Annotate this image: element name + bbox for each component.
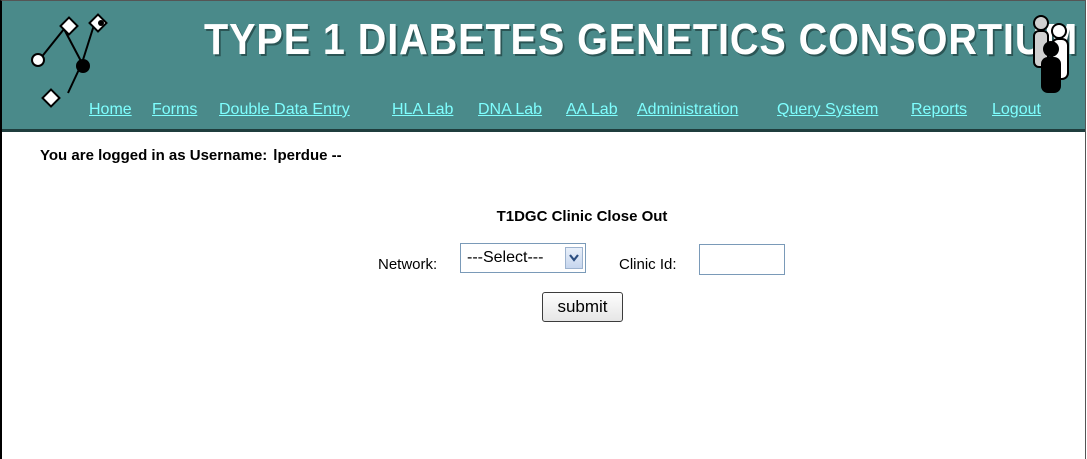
network-label: Network: bbox=[378, 256, 438, 273]
nav-link-reports[interactable]: Reports bbox=[911, 101, 967, 119]
nav-link-dna-lab[interactable]: DNA Lab bbox=[478, 101, 542, 119]
family-figures-icon bbox=[1033, 15, 1069, 93]
nav-link-hla-lab[interactable]: HLA Lab bbox=[392, 101, 453, 119]
nav-link-query-system[interactable]: Query System bbox=[777, 101, 878, 119]
nav-link-home[interactable]: Home bbox=[89, 101, 132, 119]
nav-link-forms[interactable]: Forms bbox=[152, 101, 197, 119]
site-header: TYPE 1 DIABETES GENETICS CONSORTIUM Home… bbox=[2, 1, 1085, 132]
network-select-value: ---Select--- bbox=[467, 249, 544, 266]
form-title: T1DGC Clinic Close Out bbox=[496, 208, 668, 225]
nav-link-administration[interactable]: Administration bbox=[637, 101, 738, 119]
clinic-id-label: Clinic Id: bbox=[619, 256, 677, 273]
nav-link-aa-lab[interactable]: AA Lab bbox=[566, 101, 618, 119]
page-frame: TYPE 1 DIABETES GENETICS CONSORTIUM Home… bbox=[0, 0, 1086, 459]
site-title: TYPE 1 DIABETES GENETICS CONSORTIUM bbox=[204, 15, 1079, 64]
login-status-prefix: You are logged in as Username: bbox=[40, 147, 268, 164]
chevron-down-icon[interactable] bbox=[565, 247, 583, 269]
clinic-id-input[interactable] bbox=[699, 244, 785, 275]
login-status: You are logged in as Username: lperdue -- bbox=[40, 147, 342, 164]
nav-link-double-data-entry[interactable]: Double Data Entry bbox=[219, 101, 350, 119]
pedigree-logo-icon bbox=[31, 13, 108, 108]
login-username: lperdue -- bbox=[273, 147, 342, 164]
submit-button[interactable]: submit bbox=[542, 292, 623, 322]
network-select[interactable]: ---Select--- bbox=[460, 243, 586, 273]
nav-link-logout[interactable]: Logout bbox=[992, 101, 1041, 119]
